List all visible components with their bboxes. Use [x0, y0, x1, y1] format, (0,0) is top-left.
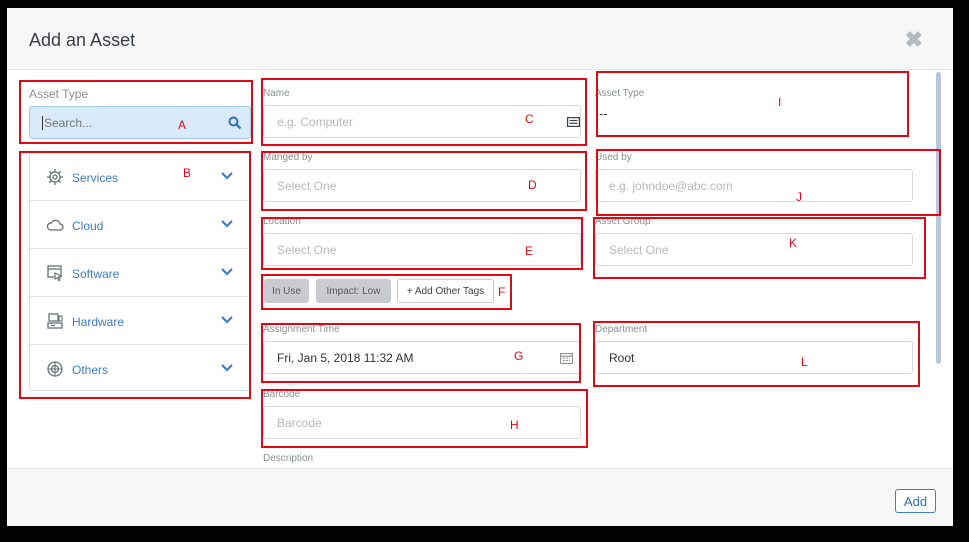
scrollbar[interactable] [936, 72, 941, 364]
annotation-box-h [261, 389, 588, 448]
add-asset-modal: Add an Asset ✖ Asset Type Services Cloud… [7, 8, 953, 526]
annotation-box-c [261, 78, 587, 146]
annotation-letter-i: I [778, 95, 782, 109]
annotation-letter-h: H [510, 418, 519, 432]
annotation-box-k [593, 217, 926, 279]
annotation-letter-j: J [796, 190, 802, 204]
close-icon[interactable]: ✖ [905, 29, 923, 51]
add-button[interactable]: Add [895, 489, 936, 513]
annotation-letter-g: G [514, 349, 524, 363]
annotation-letter-b: B [183, 166, 192, 180]
annotation-box-l [593, 321, 920, 387]
annotation-letter-a: A [178, 118, 187, 132]
modal-header: Add an Asset ✖ [7, 8, 953, 70]
annotation-letter-l: L [801, 355, 808, 369]
annotation-box-e [261, 217, 583, 270]
annotation-box-j [596, 149, 941, 216]
modal-title: Add an Asset [29, 30, 136, 50]
annotation-box-a [19, 80, 253, 144]
annotation-box-f [261, 274, 512, 310]
annotation-box-b [19, 151, 251, 399]
annotation-box-i [596, 71, 909, 137]
annotation-letter-d: D [528, 178, 537, 192]
modal-footer: Add [7, 468, 953, 526]
annotation-letter-k: K [789, 236, 798, 250]
description-label: Description [263, 453, 314, 464]
annotation-letter-c: C [525, 112, 534, 126]
annotation-box-g [261, 323, 581, 383]
annotation-letter-e: E [525, 244, 534, 258]
annotation-letter-f: F [498, 285, 506, 299]
annotation-box-d [261, 151, 587, 211]
